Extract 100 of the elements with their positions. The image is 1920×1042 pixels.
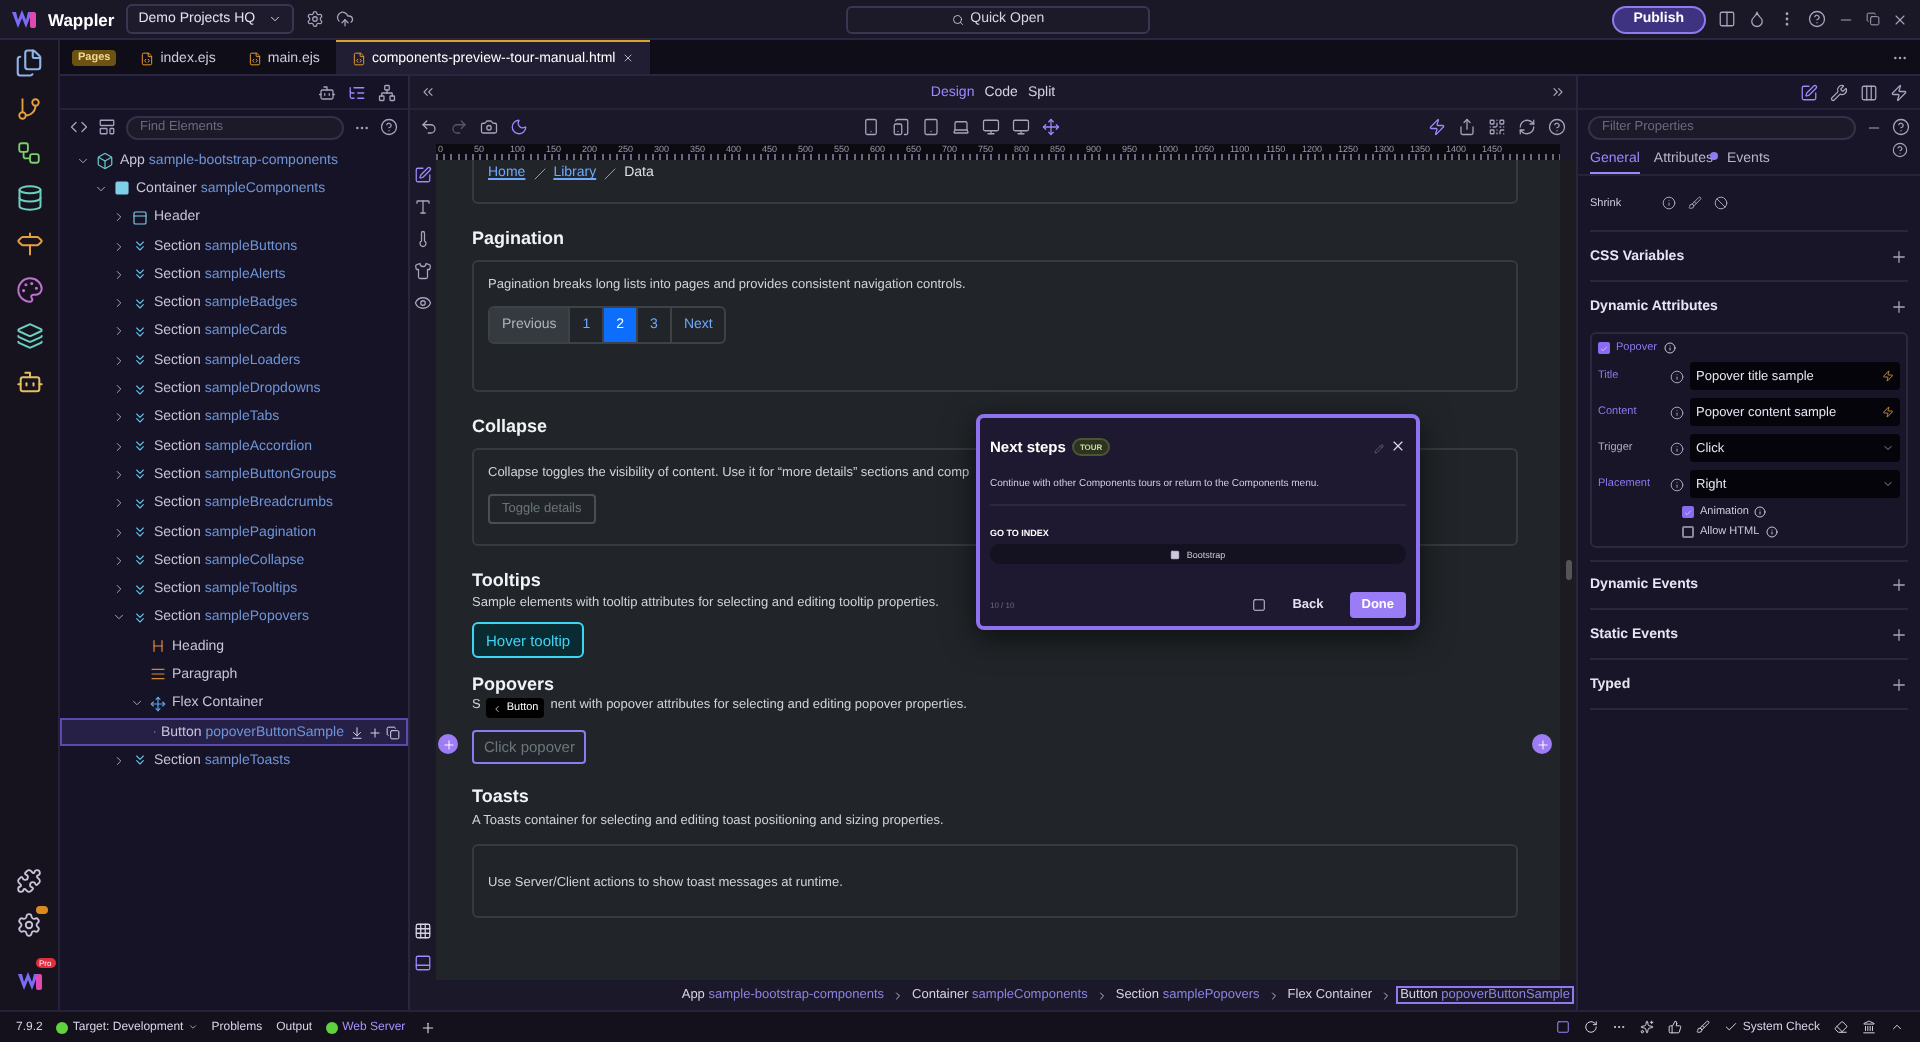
help-icon[interactable] <box>1807 10 1826 28</box>
drop-icon[interactable] <box>1747 10 1766 28</box>
info-icon[interactable] <box>1662 196 1676 210</box>
panel-icon[interactable] <box>414 954 432 972</box>
layout-icon[interactable] <box>1717 10 1736 28</box>
close-icon[interactable] <box>621 52 634 64</box>
branch-icon[interactable] <box>16 96 42 122</box>
chevron-down-icon[interactable] <box>129 696 143 711</box>
collapse-right-icon[interactable] <box>1550 84 1566 100</box>
chevron-right-icon[interactable] <box>111 267 125 282</box>
add-icon[interactable] <box>368 725 382 740</box>
brush-icon[interactable] <box>1696 1020 1711 1034</box>
laptop-icon[interactable] <box>952 118 970 136</box>
copy-icon[interactable] <box>386 725 400 740</box>
building-icon[interactable] <box>1862 1020 1876 1034</box>
chevron-right-icon[interactable] <box>111 553 125 568</box>
lightning-icon[interactable] <box>1428 118 1446 136</box>
signpost-icon[interactable] <box>15 230 43 258</box>
thermometer-icon[interactable] <box>414 230 432 248</box>
close-icon[interactable] <box>1390 438 1406 454</box>
chevron-right-icon[interactable] <box>111 439 125 454</box>
chevron-right-icon[interactable] <box>111 296 125 311</box>
sitemap-icon[interactable] <box>378 83 396 101</box>
chevron-right-icon[interactable] <box>111 753 125 768</box>
help-icon[interactable] <box>380 118 398 136</box>
help-icon[interactable] <box>1548 118 1566 136</box>
chevron-right-icon[interactable] <box>111 382 125 397</box>
robot-icon[interactable] <box>15 368 43 396</box>
phone-icon[interactable] <box>862 118 880 136</box>
collapse-left-icon[interactable] <box>420 84 436 100</box>
add-icon[interactable] <box>1890 247 1908 265</box>
list-icon[interactable] <box>348 83 366 101</box>
redo-icon[interactable] <box>450 118 468 136</box>
edit-icon[interactable] <box>1800 83 1818 101</box>
checkbox[interactable] <box>1598 342 1610 354</box>
palette-icon[interactable] <box>15 276 43 304</box>
add-icon[interactable] <box>1890 576 1908 594</box>
layers-icon[interactable] <box>15 322 43 350</box>
camera-icon[interactable] <box>480 118 498 136</box>
chevron-down-icon[interactable] <box>111 610 125 625</box>
thumbs-up-icon[interactable] <box>1668 1020 1683 1034</box>
add-icon[interactable] <box>1890 675 1908 693</box>
move-icon[interactable] <box>1042 118 1060 136</box>
checkbox[interactable] <box>1682 526 1694 538</box>
chevron-right-icon[interactable] <box>111 525 125 539</box>
chevron-down-icon[interactable] <box>93 181 107 196</box>
move-down-icon[interactable] <box>350 725 364 740</box>
refresh-icon[interactable] <box>1518 118 1536 136</box>
edit-icon[interactable] <box>414 166 432 184</box>
checkbox[interactable] <box>1682 506 1694 518</box>
chevron-right-icon[interactable] <box>111 239 125 254</box>
add-icon[interactable] <box>419 1019 436 1035</box>
chevron-left-icon[interactable] <box>492 703 503 713</box>
add-icon[interactable] <box>1890 298 1908 316</box>
settings-icon[interactable] <box>16 912 42 938</box>
layout-icon[interactable] <box>98 118 116 136</box>
workflow-icon[interactable] <box>16 140 42 166</box>
chevron-right-icon[interactable] <box>111 467 125 482</box>
sparkles-icon[interactable] <box>1640 1020 1655 1034</box>
chevron-right-icon[interactable] <box>111 324 125 339</box>
chevron-up-icon[interactable] <box>1890 1020 1904 1034</box>
undo-icon[interactable] <box>420 118 438 136</box>
ban-icon[interactable] <box>1714 196 1728 210</box>
settings-icon[interactable] <box>305 10 324 28</box>
files-icon[interactable] <box>14 48 44 78</box>
database-icon[interactable] <box>15 184 43 212</box>
refresh-icon[interactable] <box>1584 1020 1599 1034</box>
lightning-icon[interactable] <box>1890 83 1908 101</box>
tablet-icon[interactable] <box>922 118 940 136</box>
chevron-down-icon[interactable] <box>75 153 89 168</box>
share-icon[interactable] <box>1458 118 1476 136</box>
shirt-icon[interactable] <box>414 262 432 280</box>
chevron-right-icon[interactable] <box>111 410 125 425</box>
add-icon[interactable] <box>1890 625 1908 643</box>
cloud-icon[interactable] <box>335 10 354 28</box>
puzzle-icon[interactable] <box>16 868 42 894</box>
binding-icon[interactable] <box>1670 405 1684 419</box>
text-icon[interactable] <box>414 198 432 216</box>
robot-icon[interactable] <box>318 83 336 101</box>
desktop-icon[interactable] <box>982 118 1000 136</box>
binding-icon[interactable] <box>1670 369 1684 383</box>
tools-icon[interactable] <box>1830 83 1848 101</box>
checkbox-icon[interactable] <box>1252 598 1267 612</box>
help-icon[interactable] <box>1892 118 1910 136</box>
monitor-icon[interactable] <box>1012 118 1030 136</box>
restore-icon[interactable] <box>1865 12 1880 26</box>
chevron-right-icon[interactable] <box>111 210 125 225</box>
help-icon[interactable] <box>1892 142 1908 158</box>
moon-icon[interactable] <box>510 118 528 136</box>
chevron-right-icon[interactable] <box>111 353 125 368</box>
chevron-right-icon[interactable] <box>111 582 125 597</box>
eye-icon[interactable] <box>414 294 432 312</box>
eraser-icon[interactable] <box>1834 1020 1848 1034</box>
code-icon[interactable] <box>70 118 88 136</box>
binding-icon[interactable] <box>1670 477 1684 491</box>
close-icon[interactable] <box>1891 11 1908 27</box>
grid-icon[interactable] <box>414 922 432 940</box>
qr-code-icon[interactable] <box>1488 118 1506 136</box>
chevron-right-icon[interactable] <box>111 496 125 511</box>
square-icon[interactable] <box>1556 1020 1571 1034</box>
